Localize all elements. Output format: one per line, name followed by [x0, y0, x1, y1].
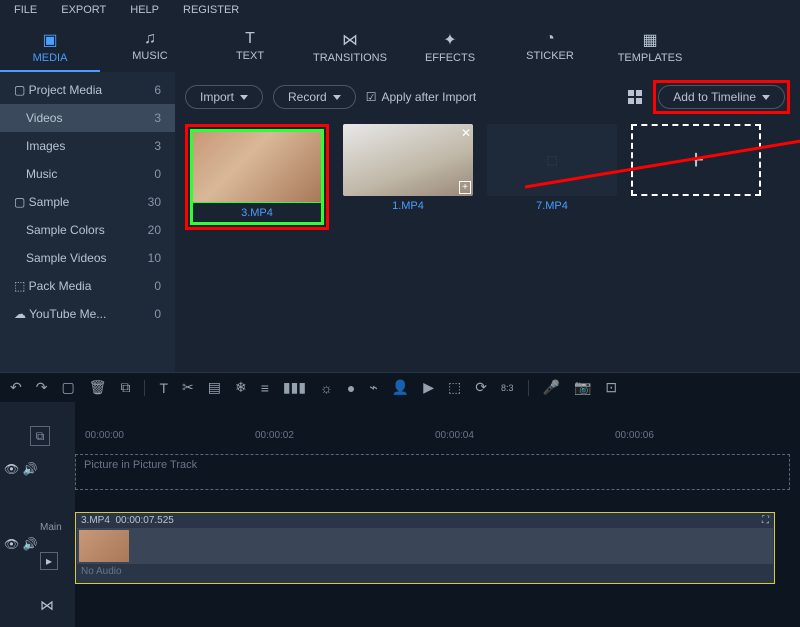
add-icon[interactable]: +: [459, 181, 471, 194]
cut-icon[interactable]: ✂: [182, 379, 194, 396]
sidebar: ▢ Project Media6 Videos3 Images3 Music0 …: [0, 72, 175, 372]
layers-icon[interactable]: ⧉: [30, 426, 50, 446]
highlight-add-timeline: Add to Timeline: [653, 80, 790, 114]
sidebar-item-music[interactable]: Music0: [0, 160, 175, 188]
apply-after-import-checkbox[interactable]: ☑Apply after Import: [366, 90, 476, 104]
columns-icon[interactable]: ▮▮▮: [283, 379, 306, 396]
key-icon[interactable]: ⌁: [369, 379, 377, 396]
clock-icon: ◔: [500, 30, 600, 48]
redo-icon[interactable]: ↷: [36, 379, 48, 396]
person-icon[interactable]: 👤: [392, 379, 409, 396]
highlight-selected-thumb: 3.MP4: [185, 124, 329, 230]
sidebar-item-sample-colors[interactable]: Sample Colors20: [0, 216, 175, 244]
add-to-timeline-button[interactable]: Add to Timeline: [658, 85, 785, 109]
tab-sticker[interactable]: ◔STICKER: [500, 24, 600, 72]
bowtie-icon: ⋈: [300, 30, 400, 50]
clip-thumbnail: [79, 530, 129, 562]
text-icon: T: [200, 30, 300, 48]
play-box-icon[interactable]: ▶: [423, 379, 434, 396]
menu-help[interactable]: HELP: [130, 4, 159, 16]
pip-track[interactable]: Picture in Picture Track: [75, 454, 790, 490]
tab-templates[interactable]: ▦TEMPLATES: [600, 24, 700, 72]
chevron-down-icon: [762, 95, 770, 100]
trash-icon[interactable]: 🗑: [89, 379, 107, 396]
checkbox-icon: ☑: [366, 90, 377, 104]
list-icon[interactable]: ≡: [261, 380, 269, 396]
sidebar-item-sample-videos[interactable]: Sample Videos10: [0, 244, 175, 272]
focus-icon[interactable]: ⊡: [605, 379, 617, 396]
sidebar-item-videos[interactable]: Videos3: [0, 104, 175, 132]
image-stack-icon: ▣: [0, 30, 100, 50]
clipboard-icon[interactable]: ▢: [61, 379, 74, 396]
plus-icon: +: [688, 144, 704, 176]
tab-music[interactable]: ♫MUSIC: [100, 24, 200, 72]
tab-transitions[interactable]: ⋈TRANSITIONS: [300, 24, 400, 72]
play-track-icon[interactable]: ▸: [40, 552, 58, 570]
sidebar-item-images[interactable]: Images3: [0, 132, 175, 160]
timeline-clip[interactable]: 3.MP4 00:00:07.525⛶ No Audio: [75, 512, 775, 584]
media-label: 7.MP4: [487, 196, 617, 216]
menu-export[interactable]: EXPORT: [61, 4, 106, 16]
timeline: ⧉ 👁 🔊 Main 👁 🔊 ▸ ⋈ 00:00:00 00:00:02 00:…: [0, 402, 800, 627]
tab-text[interactable]: TTEXT: [200, 24, 300, 72]
record-button[interactable]: Record: [273, 85, 356, 109]
track-visibility-pip[interactable]: 👁 🔊: [4, 462, 38, 476]
media-card-1mp4[interactable]: ✕ + 1.MP4: [343, 124, 473, 230]
sidebar-item-youtube[interactable]: ☁ YouTube Me...0: [0, 300, 175, 328]
rotate-icon[interactable]: ⟳: [475, 379, 487, 396]
media-label: 3.MP4: [192, 203, 322, 223]
media-card-7mp4[interactable]: ⬚ 7.MP4: [487, 124, 617, 230]
snowflake-icon[interactable]: ❄: [235, 379, 247, 396]
close-icon[interactable]: ✕: [461, 126, 471, 140]
duplicate-icon[interactable]: ⧉: [120, 379, 130, 396]
chevron-down-icon: [333, 95, 341, 100]
sidebar-item-project-media[interactable]: ▢ Project Media6: [0, 76, 175, 104]
aspect-icon[interactable]: 8:3: [501, 383, 514, 393]
media-label: 1.MP4: [343, 196, 473, 216]
track-main-label: Main: [40, 522, 62, 533]
import-button[interactable]: Import: [185, 85, 263, 109]
grid-icon: ▦: [600, 30, 700, 50]
toolstrip: ↶ ↷ ▢ 🗑 ⧉ T ✂ ▤ ❄ ≡ ▮▮▮ ☼ ● ⌁ 👤 ▶ ⬚ ⟳ 8:…: [0, 372, 800, 402]
chevron-down-icon: [240, 95, 248, 100]
grid-view-icon[interactable]: [627, 89, 643, 105]
menu-register[interactable]: REGISTER: [183, 4, 239, 16]
music-note-icon: ♫: [100, 30, 200, 48]
mic-icon[interactable]: 🎤: [543, 379, 560, 396]
sidebar-item-pack-media[interactable]: ⬚ Pack Media0: [0, 272, 175, 300]
menu-file[interactable]: FILE: [14, 4, 37, 16]
timeline-ruler[interactable]: 00:00:00 00:00:02 00:00:04 00:00:06: [75, 430, 800, 450]
expand-icon[interactable]: ⛶: [762, 515, 769, 526]
clip-audio-label: No Audio: [76, 564, 774, 579]
text-tool-icon[interactable]: T: [159, 380, 168, 396]
track-visibility-main[interactable]: 👁 🔊: [4, 537, 38, 551]
undo-icon[interactable]: ↶: [10, 379, 22, 396]
film-icon[interactable]: ▤: [208, 379, 221, 396]
bowtie-track-icon[interactable]: ⋈: [40, 597, 54, 614]
sun-icon[interactable]: ☼: [320, 380, 333, 396]
tab-effects[interactable]: ✦EFFECTS: [400, 24, 500, 72]
dot-icon[interactable]: ●: [347, 380, 355, 396]
add-media-card[interactable]: +: [631, 124, 761, 196]
tab-media[interactable]: ▣MEDIA: [0, 24, 100, 72]
sparkle-icon: ✦: [400, 30, 500, 50]
media-card-3mp4[interactable]: 3.MP4: [192, 131, 322, 223]
camera-icon[interactable]: 📷: [574, 379, 591, 396]
crop-icon[interactable]: ⬚: [448, 379, 461, 396]
sidebar-item-sample[interactable]: ▢ Sample30: [0, 188, 175, 216]
